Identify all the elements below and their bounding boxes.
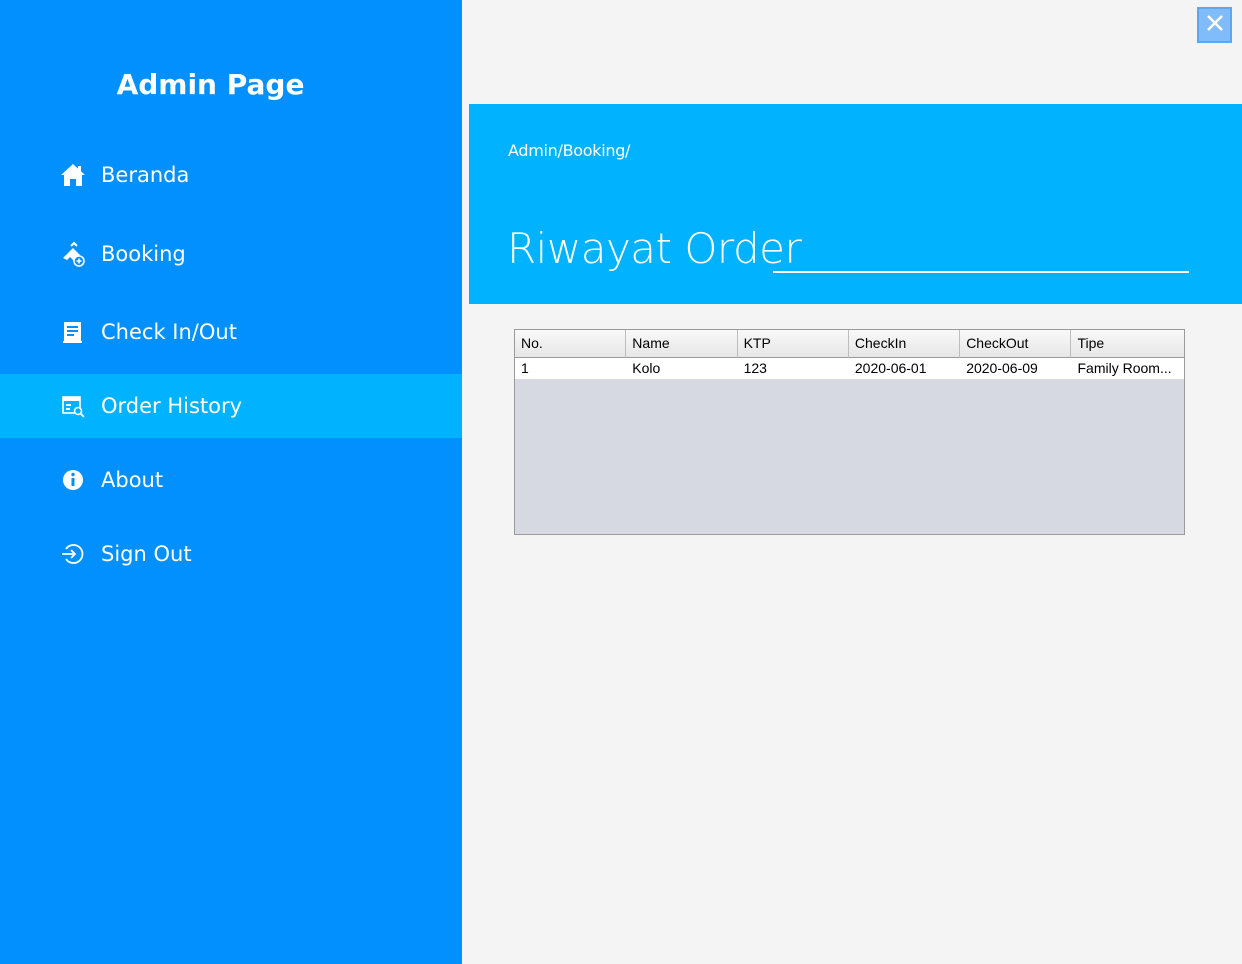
table-cell: 123 bbox=[743, 360, 767, 376]
sidebar-item-order-history[interactable]: Order History bbox=[0, 374, 462, 438]
sidebar-item-about[interactable]: About bbox=[0, 448, 462, 512]
sidebar-item-label: Check In/Out bbox=[101, 320, 237, 344]
table-cell: 2020-06-09 bbox=[966, 360, 1038, 376]
checkin-icon bbox=[60, 319, 86, 345]
column-header-no[interactable]: No. bbox=[515, 330, 627, 358]
column-header-tipe[interactable]: Tipe bbox=[1071, 330, 1182, 358]
booking-icon bbox=[60, 241, 86, 267]
page-title: Riwayat Order bbox=[507, 224, 802, 273]
sidebar-item-label: Beranda bbox=[101, 163, 190, 187]
sidebar: Admin Page Beranda Booking Check In/Out … bbox=[0, 0, 462, 964]
info-icon bbox=[60, 467, 86, 493]
sidebar-item-label: About bbox=[101, 468, 164, 492]
column-header-ktp[interactable]: KTP bbox=[738, 330, 849, 358]
sign-out-icon bbox=[60, 541, 86, 567]
sidebar-item-sign-out[interactable]: Sign Out bbox=[0, 522, 462, 586]
table-body: 1 Kolo 123 2020-06-01 2020-06-09 Family … bbox=[515, 358, 1184, 379]
table-cell: Family Room... bbox=[1077, 360, 1172, 376]
sidebar-item-beranda[interactable]: Beranda bbox=[0, 143, 462, 207]
home-icon bbox=[60, 162, 86, 188]
sidebar-item-label: Order History bbox=[101, 394, 243, 418]
table-cell: Kolo bbox=[632, 360, 661, 376]
close-icon bbox=[1206, 14, 1224, 36]
table-row[interactable]: 1 Kolo 123 2020-06-01 2020-06-09 Family … bbox=[515, 358, 1184, 379]
sidebar-item-booking[interactable]: Booking bbox=[0, 222, 462, 286]
table-cell: 2020-06-01 bbox=[854, 360, 927, 376]
title-underline bbox=[773, 271, 1189, 273]
order-history-icon bbox=[60, 393, 86, 419]
page-header: Admin/Booking/ Riwayat Order bbox=[469, 104, 1242, 304]
column-header-name[interactable]: Name bbox=[626, 330, 738, 358]
sidebar-item-label: Sign Out bbox=[101, 542, 192, 566]
column-header-checkin[interactable]: CheckIn bbox=[849, 330, 961, 358]
order-history-table[interactable]: No. Name KTP CheckIn CheckOut Tipe 1 Kol… bbox=[514, 329, 1185, 535]
sidebar-item-label: Booking bbox=[101, 242, 186, 266]
breadcrumb: Admin/Booking/ bbox=[508, 141, 631, 160]
table-cell: 1 bbox=[521, 360, 529, 376]
sidebar-title: Admin Page bbox=[116, 68, 305, 101]
close-button[interactable] bbox=[1197, 7, 1232, 43]
table-header: No. Name KTP CheckIn CheckOut Tipe bbox=[515, 330, 1184, 358]
sidebar-item-check-in-out[interactable]: Check In/Out bbox=[0, 300, 462, 364]
column-header-checkout[interactable]: CheckOut bbox=[960, 330, 1072, 358]
